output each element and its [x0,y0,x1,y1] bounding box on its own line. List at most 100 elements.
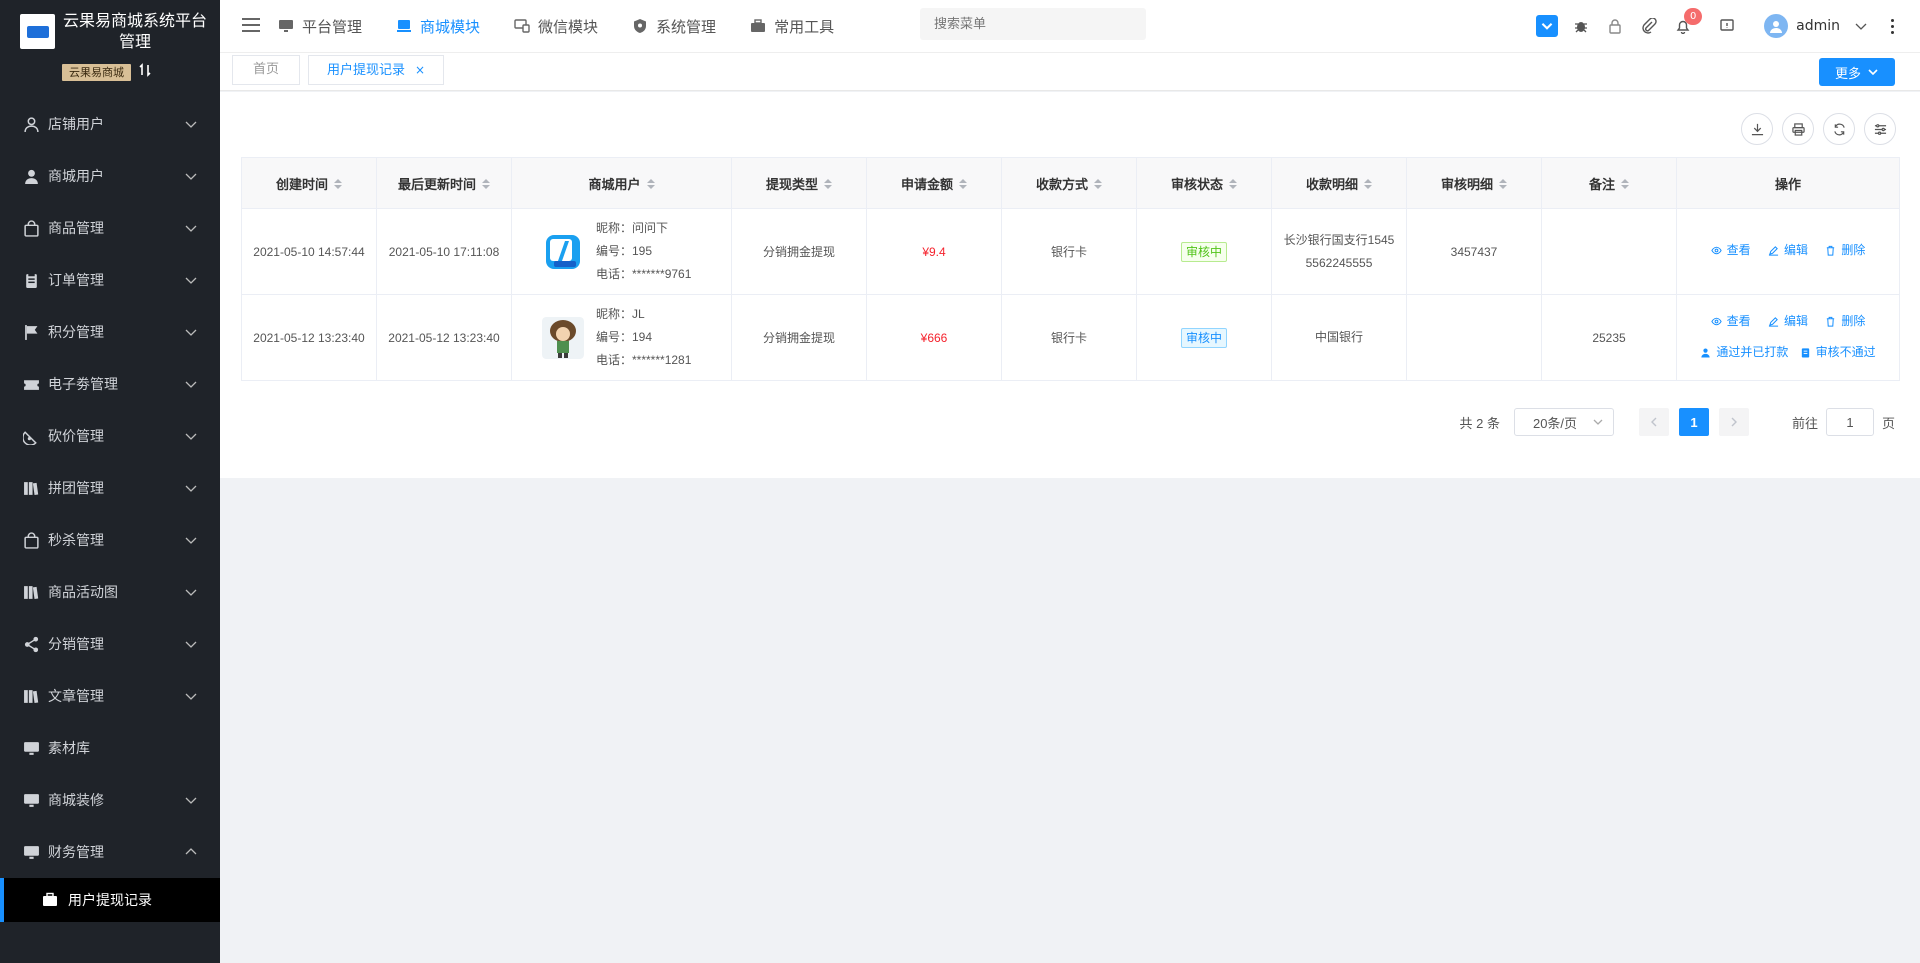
nav-system-management[interactable]: 系统管理 [632,16,716,37]
sidebar-item-activity-images[interactable]: 商品活动图 [0,566,220,618]
column-header[interactable]: 审核状态 [1136,157,1272,209]
lock-icon[interactable] [1598,4,1632,48]
sidebar-item-coupons[interactable]: 电子劵管理 [0,358,220,410]
eye-icon [1710,246,1722,255]
receipt-line: 中国银行 [1314,330,1363,344]
sidebar-subitem-withdraw-records[interactable]: 用户提现记录 [0,878,220,922]
tag-withdraw-records[interactable]: 用户提现记录 × [308,55,445,85]
sort-icon[interactable] [1094,179,1102,191]
paperclip-icon[interactable] [1632,4,1666,48]
chevron-down-icon [1855,23,1867,30]
column-header[interactable]: 审核明细 [1406,157,1542,209]
column-header[interactable]: 最后更新时间 [376,157,512,209]
op-label: 查看 [1726,313,1751,328]
clipboard-icon [22,271,40,289]
column-header[interactable]: 申请金额 [866,157,1002,209]
more-button[interactable]: 更多 [1819,58,1895,86]
sidebar-item-finance[interactable]: 财务管理 [0,826,220,878]
op-label: 编辑 [1783,313,1808,328]
more-vertical-icon[interactable] [1882,18,1902,34]
sidebar-item-flash-sale[interactable]: 秒杀管理 [0,514,220,566]
feedback-icon[interactable] [1710,4,1744,48]
sort-icon[interactable] [646,179,655,191]
bag-icon [22,219,40,237]
chevron-down-icon [185,537,197,544]
notification-badge: 0 [1684,8,1703,25]
switch-store-icon[interactable] [139,63,151,81]
nav-label: 微信模块 [538,17,599,36]
chevron-up-icon [185,848,197,855]
edit-icon [1768,316,1779,327]
edit-button[interactable]: 编辑 [1768,307,1808,336]
nav-wechat-module[interactable]: 微信模块 [514,16,598,37]
close-icon[interactable]: × [415,63,425,77]
sidebar-item-label: 分销管理 [48,637,104,653]
chevron-down-icon [1868,69,1878,76]
sort-icon[interactable] [824,179,832,191]
chevron-down-icon [185,485,197,492]
view-button[interactable]: 查看 [1710,236,1751,265]
view-button[interactable]: 查看 [1710,307,1751,336]
edit-button[interactable]: 编辑 [1768,236,1808,265]
column-header[interactable]: 商城用户 [511,157,732,209]
nav-common-tools[interactable]: 常用工具 [750,16,834,37]
menu-toggle-icon[interactable] [242,18,260,32]
print-icon[interactable] [1782,113,1814,145]
download-icon[interactable] [1741,113,1773,145]
approve-paid-button[interactable]: 通过并已打款 [1700,338,1788,367]
reject-button[interactable]: 审核不通过 [1800,338,1876,367]
sidebar-item-mall-users[interactable]: 商城用户 [0,150,220,202]
header-label: 提现类型 [765,176,818,192]
sidebar-item-products[interactable]: 商品管理 [0,202,220,254]
column-header[interactable]: 提现类型 [731,157,867,209]
receipt-line: 5562245555 [1305,255,1373,270]
tag-label: 首页 [252,62,279,77]
menu-search-input[interactable] [920,8,1146,40]
sidebar-item-orders[interactable]: 订单管理 [0,254,220,306]
column-settings-icon[interactable] [1864,113,1896,145]
flag-icon [22,323,40,341]
prev-page-button[interactable] [1638,408,1669,436]
page-size-select[interactable]: 20条/页 [1513,408,1614,436]
sidebar-item-distribution[interactable]: 分销管理 [0,618,220,670]
column-header[interactable]: 收款方式 [1001,157,1137,209]
layout-toggle[interactable] [1530,4,1564,48]
sidebar-item-group-buy[interactable]: 拼团管理 [0,462,220,514]
column-header[interactable]: 备注 [1541,157,1677,209]
sort-icon[interactable] [1229,179,1237,191]
bug-icon[interactable] [1564,4,1598,48]
clipboard-icon [1801,347,1809,358]
user-icon [1701,348,1710,358]
nav-platform-management[interactable]: 平台管理 [278,16,362,37]
sort-icon[interactable] [959,179,967,191]
column-header[interactable]: 创建时间 [241,157,377,209]
chevron-left-icon [1650,417,1657,427]
sidebar-item-points[interactable]: 积分管理 [0,306,220,358]
sort-icon[interactable] [334,179,342,191]
cell-status: 审核中 [1136,294,1272,381]
user-menu[interactable]: admin [1764,14,1868,38]
refresh-icon[interactable] [1823,113,1855,145]
sidebar-item-bargain[interactable]: 砍价管理 [0,410,220,462]
sidebar-item-mall-decoration[interactable]: 商城装修 [0,774,220,826]
delete-button[interactable]: 删除 [1825,236,1865,265]
op-label: 查看 [1726,243,1751,257]
sort-icon[interactable] [1364,179,1372,191]
user-phone: 电话：*******9761 [596,267,692,281]
nav-mall-module[interactable]: 商城模块 [396,16,480,37]
sort-icon[interactable] [1621,179,1629,191]
sidebar-item-material-library[interactable]: 素材库 [0,722,220,774]
page-number-current[interactable]: 1 [1678,408,1709,436]
sidebar-item-label: 电子劵管理 [48,377,118,393]
delete-button[interactable]: 删除 [1825,307,1865,336]
next-page-button[interactable] [1718,408,1749,436]
tag-home[interactable]: 首页 [232,55,300,85]
bell-icon[interactable]: 0 [1666,4,1703,48]
column-header[interactable]: 收款明细 [1271,157,1407,209]
sort-icon[interactable] [1499,179,1507,191]
sort-icon[interactable] [482,179,490,191]
page-size-label: 20条/页 [1532,415,1578,431]
goto-page-input[interactable] [1825,408,1874,436]
sidebar-item-articles[interactable]: 文章管理 [0,670,220,722]
sidebar-item-shop-users[interactable]: 店铺用户 [0,98,220,150]
